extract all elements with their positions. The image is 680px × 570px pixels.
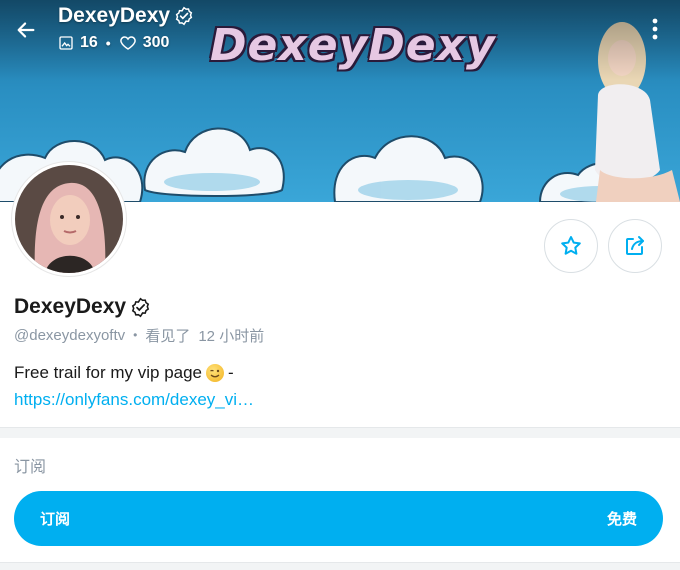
subscribe-price-label: 免费 xyxy=(606,511,637,528)
subscribe-button[interactable]: 订阅 免费 xyxy=(14,491,663,546)
back-button[interactable] xyxy=(10,14,42,46)
bio-text-row: Free trail for my vip page - xyxy=(14,362,234,384)
profile-handle-row: @dexeydexyoftv • 看见了 12 小时前 xyxy=(14,325,264,345)
media-count-stat: 16 xyxy=(58,34,98,52)
avatar[interactable] xyxy=(12,162,126,276)
bio-link[interactable]: https://onlyfans.com/dexey_vi… xyxy=(14,389,254,411)
image-icon xyxy=(59,36,73,50)
stats-separator: • xyxy=(105,35,111,51)
bio-suffix: - xyxy=(228,363,234,382)
header-stats: 16 • 300 xyxy=(58,32,169,54)
section-divider xyxy=(0,427,680,438)
arrow-left-icon xyxy=(17,22,35,38)
share-icon xyxy=(626,236,644,255)
verified-badge-icon xyxy=(131,297,150,317)
wink-emoji-icon xyxy=(206,364,225,382)
header-title: DexeyDexy xyxy=(58,4,194,28)
share-button[interactable] xyxy=(608,219,662,273)
likes-count-stat: 300 xyxy=(119,34,170,52)
last-seen-time: 12 小时前 xyxy=(198,327,265,345)
handle-separator: • xyxy=(133,328,138,342)
star-icon xyxy=(561,236,581,255)
profile-handle: @dexeydexyoftv xyxy=(14,326,126,344)
more-vertical-icon xyxy=(652,18,658,40)
subscribe-button-label: 订阅 xyxy=(40,511,71,528)
banner-wordmark: DexeyDexy xyxy=(210,20,496,71)
header-name: DexeyDexy xyxy=(58,4,171,27)
last-seen-label: 看见了 xyxy=(145,327,191,345)
heart-icon xyxy=(119,36,136,50)
profile-name: DexeyDexy xyxy=(14,295,127,318)
more-options-button[interactable] xyxy=(644,14,666,44)
media-count: 16 xyxy=(80,34,98,51)
avatar-photo xyxy=(15,165,123,273)
profile-name-row: DexeyDexy xyxy=(14,294,151,320)
likes-count: 300 xyxy=(142,34,170,51)
bio-text: Free trail for my vip page xyxy=(14,363,203,382)
add-to-favorites-button[interactable] xyxy=(544,219,598,273)
subscription-section-title: 订阅 xyxy=(14,459,47,476)
verified-badge-icon xyxy=(175,6,193,26)
